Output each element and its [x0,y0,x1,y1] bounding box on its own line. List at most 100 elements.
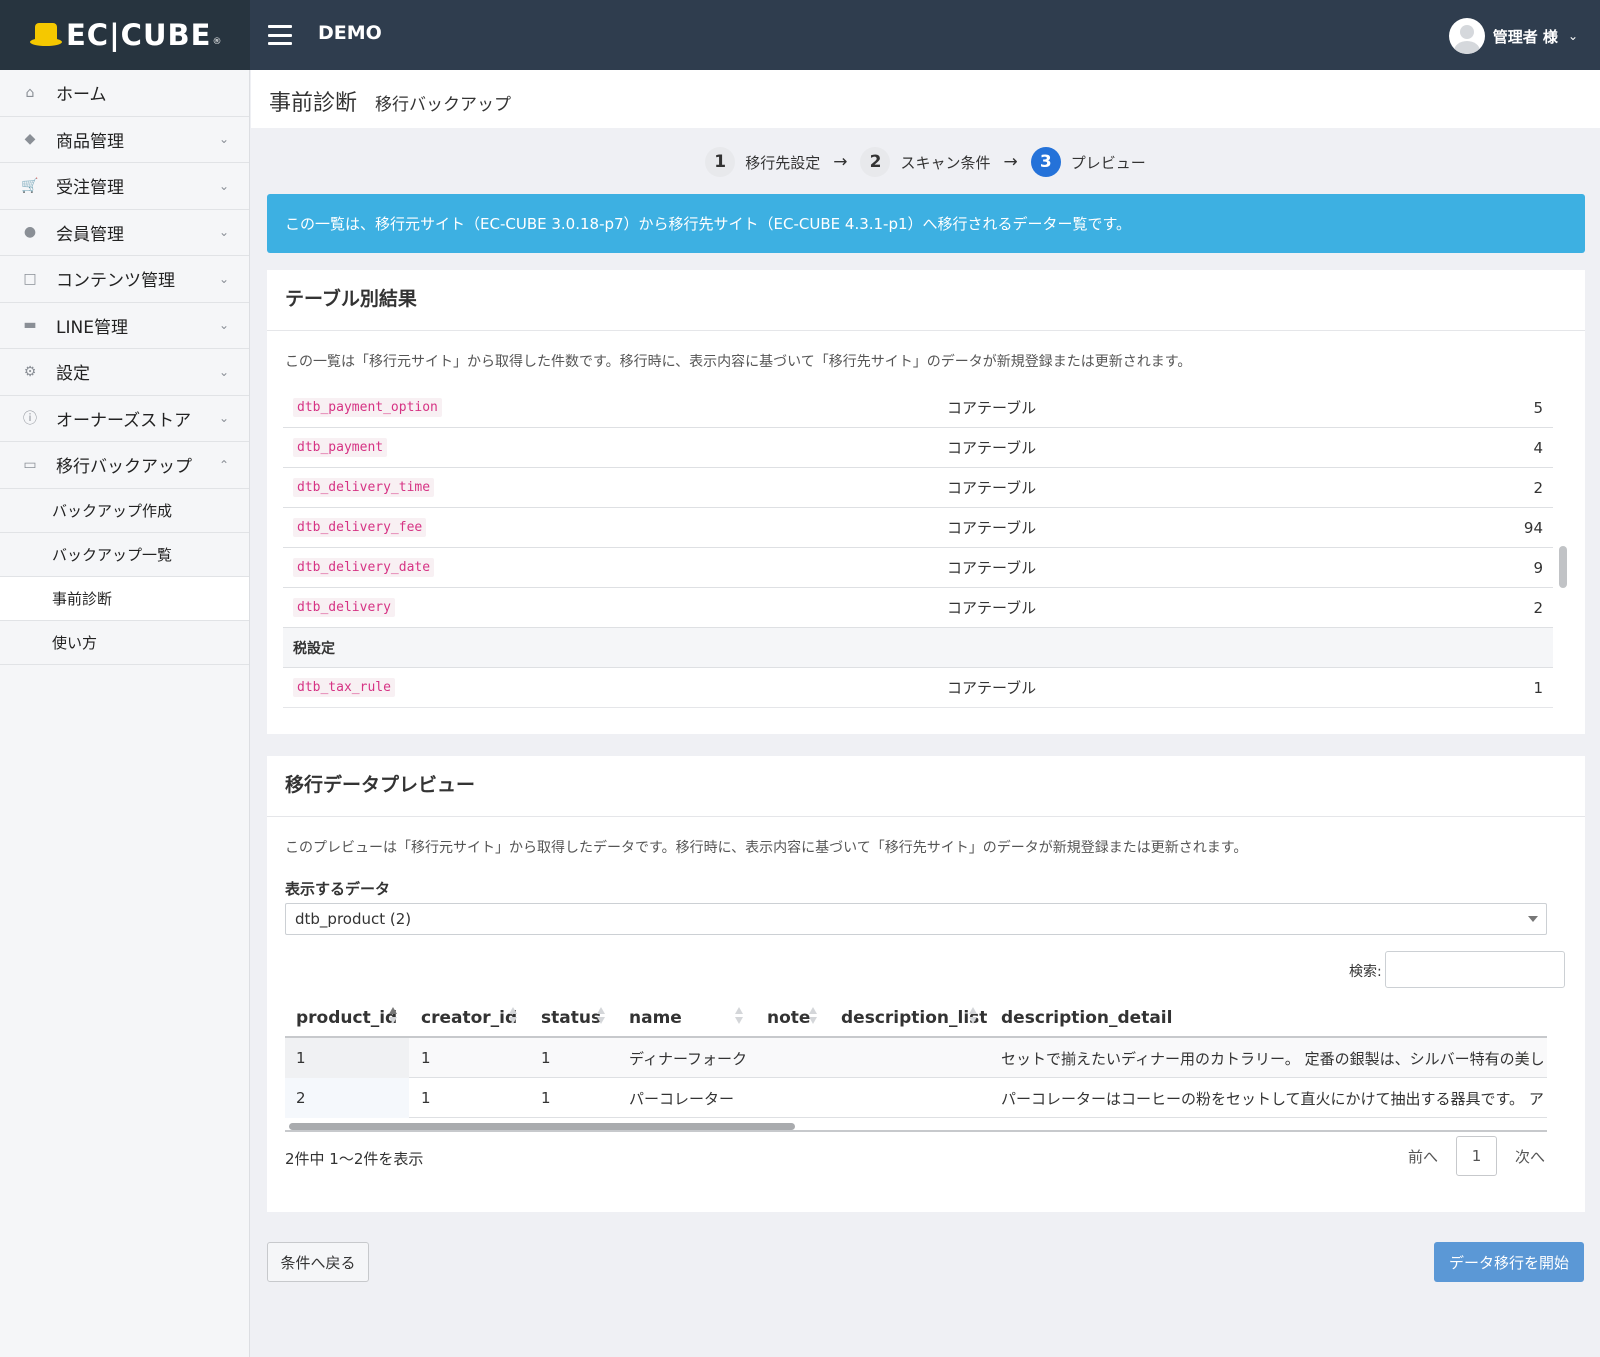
cell-name: ディナーフォーク [629,1049,748,1068]
cell-product-id: 2 [285,1078,409,1118]
ec-cube-logo[interactable]: EC|CUBE ® [0,0,250,70]
sort-icon[interactable] [809,1007,817,1027]
card-title: テーブル別結果 [267,270,1585,331]
table-group-header: 税設定 [283,628,1553,668]
prev-page-button[interactable]: 前へ [1390,1146,1456,1167]
data-select[interactable]: dtb_product (2) [285,903,1547,935]
info-icon: ⓘ [23,411,37,428]
info-alert: この一覧は、移行元サイト（EC-CUBE 3.0.18-p7）から移行先サイト（… [267,194,1585,253]
table-row: dtb_delivery コアテーブル 2 [283,588,1553,628]
table-category: コアテーブル [947,399,1037,417]
table-info: 2件中 1〜2件を表示 [285,1150,424,1168]
table-name: dtb_delivery [293,598,395,617]
avatar [1448,18,1485,54]
step-label: 移行先設定 [745,153,821,172]
cell-status: 1 [541,1089,551,1107]
chevron-down-icon: ⌄ [218,225,229,240]
table-row: dtb_payment_option コアテーブル 5 [283,388,1553,428]
sort-icon[interactable] [597,1007,605,1027]
back-to-conditions-button[interactable]: 条件へ戻る [267,1242,369,1282]
arrow-right-icon: → [833,152,848,172]
chevron-down-icon: ⌄ [218,271,229,286]
table-results-list[interactable]: dtb_payment_option コアテーブル 5 dtb_payment … [283,388,1553,708]
step-label: スキャン条件 [900,153,991,172]
user-name: 管理者 様 [1492,27,1558,46]
hamburger-menu-icon[interactable] [268,25,292,45]
table-count: 4 [1533,438,1543,457]
data-select-value: dtb_product (2) [295,910,412,928]
pagination: 前へ 1 次へ [1390,1136,1563,1176]
table-row: 1 1 1 ディナーフォーク セットで揃えたいディナー用のカトラリー。 定番の銀… [285,1038,1547,1078]
cell-description-detail: セットで揃えたいディナー用のカトラリー。 定番の銀製は、シルバー特有の美し [1001,1049,1545,1068]
scrollbar-thumb[interactable] [1559,546,1567,588]
sidebar-subitem-backup-list[interactable]: バックアップ一覧 [0,532,249,577]
start-migration-button[interactable]: データ移行を開始 [1434,1242,1584,1282]
table-count: 2 [1533,598,1543,617]
column-header-name[interactable]: name [629,998,682,1038]
next-page-button[interactable]: 次へ [1497,1146,1563,1167]
gear-icon: ⚙ [23,363,37,380]
sidebar-item-orders[interactable]: 🛒 受注管理 ⌄ [0,163,249,210]
sidebar-item-label: 会員管理 [56,224,124,245]
table-row: dtb_payment コアテーブル 4 [283,428,1553,468]
search-label: 検索: [1349,964,1382,980]
sidebar-item-label: 移行バックアップ [56,457,192,478]
sidebar-item-products[interactable]: ◆ 商品管理 ⌄ [0,117,249,163]
step-1: 1 移行先設定 [705,147,820,177]
table-header: product_id creator_id status name note d… [285,998,1547,1038]
sidebar-item-line[interactable]: ▬ LINE管理 ⌄ [0,303,249,349]
sort-asc-icon[interactable] [389,1007,397,1027]
step-2: 2 スキャン条件 [860,147,991,177]
sidebar-item-owners-store[interactable]: ⓘ オーナーズストア ⌄ [0,396,249,442]
preview-table: product_id creator_id status name note d… [285,998,1547,1138]
sidebar: ⌂ ホーム ◆ 商品管理 ⌄ 🛒 受注管理 ⌄ ● 会員管理 ⌄ □ コンテンツ… [0,70,250,1357]
table-name: dtb_tax_rule [293,678,395,697]
column-header-description-detail[interactable]: description_detail [1001,998,1172,1038]
progress-steps: 1 移行先設定 → 2 スキャン条件 → 3 プレビュー [251,147,1600,177]
cell-creator-id: 1 [421,1049,431,1067]
sidebar-subitem-pre-check[interactable]: 事前診断 [0,576,249,621]
column-header-note[interactable]: note [767,998,810,1038]
sidebar-item-settings[interactable]: ⚙ 設定 ⌄ [0,349,249,396]
sidebar-item-home[interactable]: ⌂ ホーム [0,70,249,117]
users-icon: ● [23,224,37,241]
tag-icon: ◆ [24,131,36,148]
search-input[interactable] [1385,951,1565,988]
sidebar-item-customers[interactable]: ● 会員管理 ⌄ [0,210,249,256]
sidebar-subitem-usage[interactable]: 使い方 [0,620,249,665]
table-count: 5 [1533,398,1543,417]
column-header-creator-id[interactable]: creator_id [421,998,517,1038]
chevron-down-icon: ⌄ [218,178,229,193]
sidebar-item-label: 商品管理 [56,131,124,152]
sort-icon[interactable] [969,1007,977,1027]
folder-icon: ▭ [23,456,37,473]
horizontal-scrollbar[interactable] [285,1122,1547,1132]
table-row: 2 1 1 パーコレーター パーコレーターはコーヒーの粉をセットして直火にかけて… [285,1078,1547,1118]
column-header-product-id[interactable]: product_id [296,998,397,1038]
sidebar-item-contents[interactable]: □ コンテンツ管理 ⌄ [0,256,249,303]
table-category: コアテーブル [947,599,1037,617]
column-header-description-list[interactable]: description_list [841,998,987,1038]
logo-registered-mark: ® [212,37,222,47]
sort-icon[interactable] [735,1007,743,1027]
user-menu[interactable]: 管理者 様 ⌄ [1448,18,1578,54]
sort-icon[interactable] [509,1007,517,1027]
column-header-status[interactable]: status [541,998,601,1038]
sidebar-item-label: ホーム [56,85,107,106]
table-name: dtb_delivery_fee [293,518,427,537]
chevron-up-icon: ⌃ [218,457,229,472]
page-1-button[interactable]: 1 [1455,1136,1497,1176]
arrow-right-icon: → [1003,152,1018,172]
vertical-scrollbar[interactable] [1557,388,1569,708]
sidebar-subitem-create-backup[interactable]: バックアップ作成 [0,488,249,533]
top-header: EC|CUBE ® DEMO 管理者 様 ⌄ [0,0,1600,70]
cell-creator-id: 1 [421,1089,431,1107]
sidebar-item-label: 設定 [56,364,90,385]
table-row: dtb_delivery_time コアテーブル 2 [283,468,1553,508]
scrollbar-thumb[interactable] [289,1123,795,1130]
table-category: コアテーブル [947,439,1037,457]
sidebar-item-label: コンテンツ管理 [56,271,175,292]
shop-name[interactable]: DEMO [318,22,382,44]
table-count: 9 [1533,558,1543,577]
sidebar-item-migration-backup[interactable]: ▭ 移行バックアップ ⌃ [0,442,249,489]
